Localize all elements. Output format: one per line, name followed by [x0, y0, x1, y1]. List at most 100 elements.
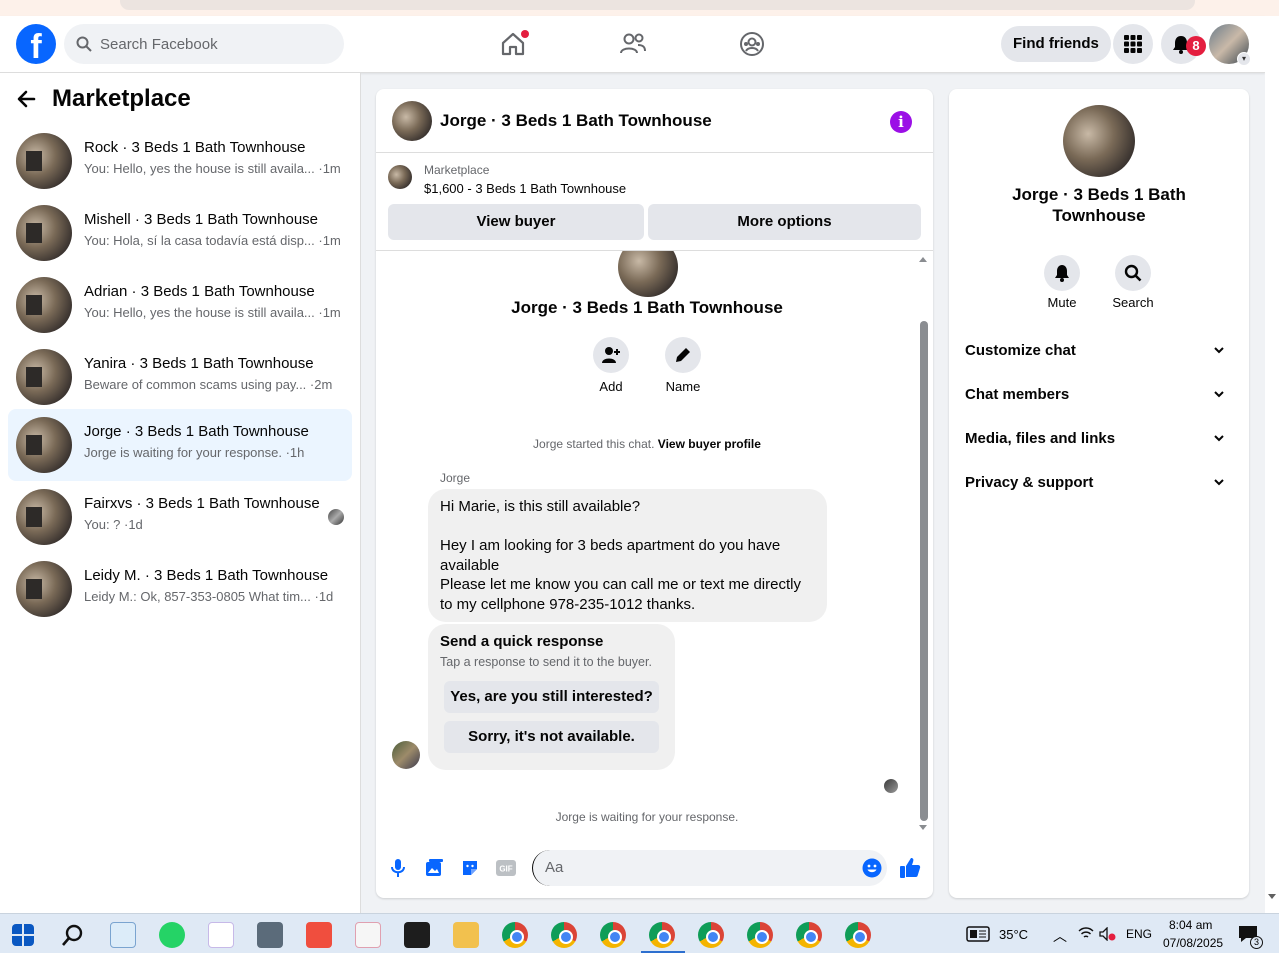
conversation-item[interactable]: Fairxvs · 3 Beds 1 Bath Townhouse You: ?… — [8, 481, 352, 553]
edit-name-button[interactable] — [665, 337, 701, 373]
info-icon[interactable]: i — [890, 111, 912, 133]
chevron-down-icon: ▾ — [1237, 52, 1251, 66]
sticker-icon[interactable] — [458, 856, 482, 880]
chrome-icon[interactable] — [600, 922, 626, 948]
section-label: Privacy & support — [965, 474, 1094, 491]
language-indicator[interactable]: ENG — [1126, 927, 1152, 953]
scroll-down-arrow-icon[interactable] — [919, 825, 927, 830]
conversation-preview: Jorge is waiting for your response. ·1h — [84, 445, 305, 460]
anydesk-icon[interactable] — [306, 922, 332, 948]
notification-count: 3 — [1250, 936, 1263, 949]
chat-members-section[interactable]: Chat members — [965, 386, 1233, 406]
conversation-item[interactable]: Rock · 3 Beds 1 Bath Townhouse You: Hell… — [8, 125, 352, 197]
chat-header-avatar[interactable] — [392, 101, 432, 141]
quick-response-yes-button[interactable]: Yes, are you still interested? — [444, 681, 659, 713]
chrome-icon[interactable] — [551, 922, 577, 948]
conversation-item-active[interactable]: Jorge · 3 Beds 1 Bath Townhouse Jorge is… — [8, 409, 352, 481]
conversation-item[interactable]: Adrian · 3 Beds 1 Bath Townhouse You: He… — [8, 269, 352, 341]
volume-muted-icon[interactable] — [1099, 926, 1117, 953]
chrome-icon[interactable] — [502, 922, 528, 948]
find-friends-button[interactable]: Find friends — [1001, 26, 1111, 62]
thread-scrollbar[interactable] — [920, 321, 928, 821]
whatsapp-icon[interactable] — [159, 922, 185, 948]
profile-avatar[interactable]: ▾ — [1209, 24, 1251, 66]
pencil-icon — [676, 348, 690, 362]
listing-thumbnail — [16, 489, 72, 545]
friends-icon[interactable] — [617, 28, 649, 60]
weather-icon[interactable] — [966, 926, 990, 953]
facebook-topbar: f Search Facebook Find friends 8 ▾ — [0, 16, 1265, 73]
like-thumb-icon[interactable] — [898, 856, 922, 880]
groups-icon[interactable] — [736, 28, 768, 60]
conversation-item[interactable]: Yanira · 3 Beds 1 Bath Townhouse Beware … — [8, 341, 352, 413]
add-person-button[interactable] — [593, 337, 629, 373]
conversation-item[interactable]: Mishell · 3 Beds 1 Bath Townhouse You: H… — [8, 197, 352, 269]
section-label: Customize chat — [965, 342, 1076, 359]
more-options-button[interactable]: More options — [648, 204, 921, 240]
view-buyer-button[interactable]: View buyer — [388, 204, 644, 240]
facebook-logo-icon[interactable]: f — [16, 24, 56, 64]
search-input[interactable]: Search Facebook — [64, 24, 344, 64]
sticky-notes-icon[interactable] — [404, 922, 430, 948]
search-label: Search — [1112, 295, 1154, 310]
conversation-preview: You: Hello, yes the house is still avail… — [84, 161, 341, 176]
file-explorer-icon[interactable] — [453, 922, 479, 948]
conversation-title: Fairxvs · 3 Beds 1 Bath Townhouse — [84, 495, 320, 512]
wifi-icon[interactable] — [1078, 926, 1094, 953]
tray-chevron-up-icon[interactable]: ︿ — [1053, 926, 1067, 953]
taskbar-search-icon[interactable] — [60, 922, 86, 948]
quick-response-subtitle: Tap a response to send it to the buyer. — [440, 655, 652, 669]
message-input[interactable]: Aa — [532, 850, 887, 886]
conversation-title: Mishell · 3 Beds 1 Bath Townhouse — [84, 211, 319, 228]
emoji-icon[interactable] — [860, 856, 884, 880]
chrome-icon[interactable] — [796, 922, 822, 948]
section-label: Media, files and links — [965, 430, 1116, 447]
listing-price-title[interactable]: $1,600 - 3 Beds 1 Bath Townhouse — [424, 181, 626, 196]
quick-response-sorry-button[interactable]: Sorry, it's not available. — [444, 721, 659, 753]
photos-app-icon[interactable] — [110, 922, 136, 948]
listing-banner: Marketplace $1,600 - 3 Beds 1 Bath Townh… — [376, 153, 933, 251]
microphone-icon[interactable] — [386, 856, 410, 880]
customize-chat-section[interactable]: Customize chat — [965, 342, 1233, 362]
windows-start-icon[interactable] — [12, 924, 34, 946]
seen-avatar — [328, 509, 344, 525]
thread-avatar — [618, 251, 678, 297]
mute-button[interactable] — [1044, 255, 1080, 291]
chrome-icon[interactable] — [698, 922, 724, 948]
clock-date[interactable]: 07/08/2025 — [1163, 936, 1223, 953]
name-label: Name — [665, 379, 701, 394]
scroll-up-arrow-icon[interactable] — [919, 257, 927, 262]
photo-icon[interactable] — [422, 856, 446, 880]
conversation-item[interactable]: Leidy M. · 3 Beds 1 Bath Townhouse Leidy… — [8, 553, 352, 625]
quick-response-title: Send a quick response — [440, 633, 604, 650]
address-bar[interactable] — [120, 0, 1195, 10]
view-buyer-profile-link[interactable]: View buyer profile — [658, 437, 761, 451]
snipping-tool-icon[interactable] — [355, 922, 381, 948]
seen-avatar — [884, 779, 898, 793]
message-thread[interactable]: Jorge · 3 Beds 1 Bath Townhouse Add Name… — [376, 251, 933, 831]
home-notification-dot — [521, 30, 529, 38]
conversation-title: Yanira · 3 Beds 1 Bath Townhouse — [84, 355, 314, 372]
search-in-chat-button[interactable] — [1115, 255, 1151, 291]
listing-thumbnail — [388, 165, 412, 189]
temperature[interactable]: 35°C — [999, 927, 1028, 953]
chrome-icon[interactable] — [845, 922, 871, 948]
chrome-icon[interactable] — [649, 922, 675, 948]
media-files-links-section[interactable]: Media, files and links — [965, 430, 1233, 450]
window-scrollbar[interactable] — [1265, 16, 1279, 913]
scroll-down-arrow-icon[interactable] — [1268, 894, 1276, 899]
inbox-header: Marketplace — [16, 85, 191, 113]
started-text: Jorge started this chat. — [533, 437, 655, 451]
listing-thumbnail — [16, 561, 72, 617]
waiting-status: Jorge is waiting for your response. — [555, 810, 739, 824]
chat-header-name[interactable]: Jorge · 3 Beds 1 Bath Townhouse — [440, 111, 712, 131]
gif-icon[interactable]: GIF — [494, 856, 518, 880]
menu-grid-icon[interactable] — [1113, 24, 1153, 64]
app-icon[interactable] — [208, 922, 234, 948]
calculator-icon[interactable] — [257, 922, 283, 948]
privacy-support-section[interactable]: Privacy & support — [965, 474, 1233, 494]
chrome-icon[interactable] — [747, 922, 773, 948]
back-arrow-icon[interactable] — [16, 89, 36, 109]
message-bubble[interactable]: Hi Marie, is this still available? Hey I… — [428, 489, 827, 622]
